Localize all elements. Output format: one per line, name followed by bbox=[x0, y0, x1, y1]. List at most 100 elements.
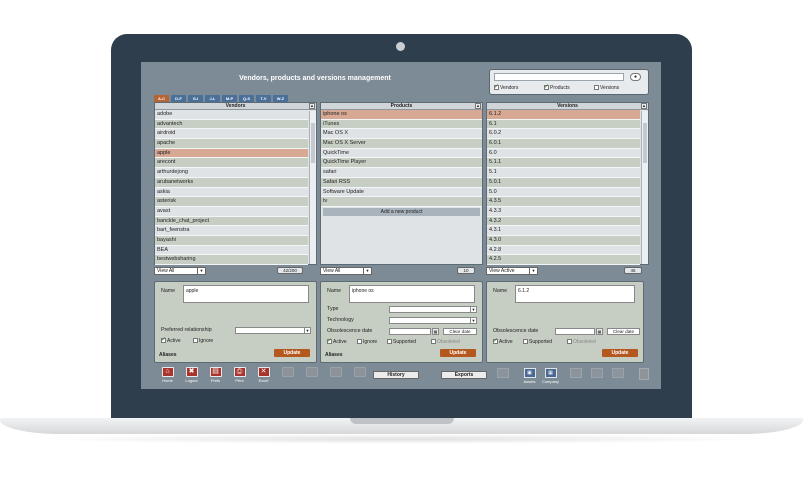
version-obsoleted-checkbox[interactable]: Obsoleted bbox=[567, 339, 596, 345]
tab-g-i[interactable]: G-I bbox=[188, 95, 203, 102]
scroll-thumb[interactable] bbox=[311, 123, 315, 163]
search-go-button[interactable]: ● bbox=[630, 73, 641, 81]
version-list-item[interactable]: 5.1.1 bbox=[487, 158, 640, 169]
calendar-icon[interactable]: ▦ bbox=[596, 328, 603, 335]
add-product-button[interactable]: Add a new product bbox=[323, 207, 480, 216]
version-list-item[interactable]: 4.3.0 bbox=[487, 235, 640, 246]
versions-filter[interactable]: View Active ▼ bbox=[486, 267, 538, 275]
versions-scrollbar[interactable] bbox=[641, 111, 648, 264]
search-filter-versions[interactable]: Versions bbox=[594, 85, 619, 91]
home-button[interactable]: ⌂ Home bbox=[157, 367, 178, 383]
vendor-list-item[interactable]: bayashi bbox=[155, 235, 308, 246]
product-list-item[interactable]: iTunes bbox=[321, 119, 482, 130]
vendor-list-item[interactable]: airdroid bbox=[155, 129, 308, 140]
version-name-field[interactable]: 6.1.2 bbox=[515, 285, 635, 303]
version-list-item[interactable]: 4.3.5 bbox=[487, 197, 640, 207]
version-supported-checkbox[interactable]: Supported bbox=[523, 339, 552, 345]
vendor-name-field[interactable]: apple bbox=[183, 285, 309, 303]
version-list-item[interactable]: 4.3.2 bbox=[487, 216, 640, 227]
product-list-item[interactable]: iphone os bbox=[321, 110, 482, 120]
company-button[interactable]: ▦ Company bbox=[541, 368, 560, 384]
product-list-item[interactable]: QuickTime Player bbox=[321, 158, 482, 169]
clear-date-button[interactable]: Clear date bbox=[443, 328, 477, 335]
version-list-item[interactable]: 6.1.2 bbox=[487, 110, 640, 120]
version-list-item[interactable]: 4.3.1 bbox=[487, 226, 640, 236]
vendor-list-item[interactable]: advantech bbox=[155, 119, 308, 130]
vendor-list-item[interactable]: asterisk bbox=[155, 197, 308, 207]
vendor-list-item[interactable]: apple bbox=[155, 148, 308, 159]
excel-button[interactable]: ✕ Excel bbox=[253, 367, 274, 383]
product-list-item[interactable]: Mac OS X bbox=[321, 129, 482, 140]
tab-w-z[interactable]: W-Z bbox=[273, 95, 288, 102]
version-list-item[interactable]: 6.0 bbox=[487, 149, 640, 159]
tab-t-v[interactable]: T-V bbox=[256, 95, 271, 102]
clear-date-button[interactable]: Clear date bbox=[607, 328, 640, 335]
disabled-tool-button[interactable] bbox=[608, 368, 627, 379]
vendor-list-item[interactable]: bestwebsharing bbox=[155, 255, 308, 265]
print-button[interactable]: ⎙ Print bbox=[229, 367, 250, 383]
disabled-tool-button[interactable] bbox=[325, 367, 346, 378]
version-list-item[interactable]: 6.0.2 bbox=[487, 129, 640, 140]
obsolescence-date-field[interactable] bbox=[555, 328, 595, 335]
version-list-item[interactable]: 6.1 bbox=[487, 119, 640, 130]
product-list-item[interactable]: Safari RSS bbox=[321, 177, 482, 188]
disabled-tool-button[interactable] bbox=[349, 367, 370, 378]
version-list-item[interactable]: 5.0 bbox=[487, 188, 640, 198]
product-list-item[interactable]: QuickTime bbox=[321, 149, 482, 159]
version-active-checkbox[interactable]: Active bbox=[493, 337, 513, 345]
exports-button[interactable]: Exports bbox=[441, 371, 487, 379]
product-active-checkbox[interactable]: Active bbox=[327, 337, 347, 345]
disabled-tool-button[interactable] bbox=[301, 367, 322, 378]
product-update-button[interactable]: Update bbox=[440, 349, 476, 357]
calendar-icon[interactable]: ▦ bbox=[432, 328, 439, 335]
vendor-list-item[interactable]: arthurdejong bbox=[155, 168, 308, 178]
vendor-list-item[interactable]: BEA bbox=[155, 246, 308, 256]
disabled-tool-button[interactable] bbox=[566, 368, 585, 379]
tab-a-c[interactable]: A-C bbox=[154, 95, 169, 102]
products-filter[interactable]: View All ▼ bbox=[320, 267, 372, 275]
disabled-tool-button[interactable] bbox=[493, 368, 512, 379]
vendor-list-item[interactable]: apache bbox=[155, 139, 308, 149]
tab-m-p[interactable]: M-P bbox=[222, 95, 237, 102]
vendors-filter[interactable]: View All ▼ bbox=[154, 267, 206, 275]
product-list-item[interactable]: tv bbox=[321, 197, 482, 207]
assets-button[interactable]: ▣ Assets bbox=[520, 368, 539, 384]
vendor-list-item[interactable]: arecont bbox=[155, 158, 308, 169]
trash-icon[interactable] bbox=[639, 368, 649, 380]
search-input[interactable] bbox=[494, 73, 624, 81]
tab-q-s[interactable]: Q-S bbox=[239, 95, 254, 102]
product-supported-checkbox[interactable]: Supported bbox=[387, 339, 416, 345]
vendor-list-item[interactable]: askia bbox=[155, 188, 308, 198]
vendor-list-item[interactable]: banckle_chat_project bbox=[155, 216, 308, 227]
vendor-ignore-checkbox[interactable]: Ignore bbox=[193, 338, 213, 344]
type-select[interactable]: ▼ bbox=[389, 306, 477, 313]
product-ignore-checkbox[interactable]: Ignore bbox=[357, 339, 377, 345]
pref-relationship-select[interactable]: ▼ bbox=[235, 327, 311, 334]
vendor-list-item[interactable]: avast bbox=[155, 207, 308, 217]
version-list-item[interactable]: 5.1 bbox=[487, 168, 640, 178]
product-name-field[interactable]: iphone os bbox=[349, 285, 475, 303]
version-list-item[interactable]: 4.3.3 bbox=[487, 207, 640, 217]
product-obsoleted-checkbox[interactable]: Obsoleted bbox=[431, 339, 460, 345]
logout-button[interactable]: ✖ Logout bbox=[181, 367, 202, 383]
version-list-item[interactable]: 5.0.1 bbox=[487, 177, 640, 188]
version-update-button[interactable]: Update bbox=[602, 349, 638, 357]
sort-icon[interactable]: ▲ bbox=[641, 103, 647, 109]
sort-icon[interactable]: ▲ bbox=[309, 103, 315, 109]
vendor-list-item[interactable]: bart_feenstra bbox=[155, 226, 308, 236]
vendor-list-item[interactable]: arubanetworks bbox=[155, 177, 308, 188]
scroll-thumb[interactable] bbox=[643, 123, 647, 163]
obsolescence-date-field[interactable] bbox=[389, 328, 431, 335]
disabled-tool-button[interactable] bbox=[277, 367, 298, 378]
version-list-item[interactable]: 4.2.8 bbox=[487, 246, 640, 256]
version-list-item[interactable]: 6.0.1 bbox=[487, 139, 640, 149]
prefs-button[interactable]: ▤ Prefs bbox=[205, 367, 226, 383]
disabled-tool-button[interactable] bbox=[587, 368, 606, 379]
search-filter-vendors[interactable]: Vendors bbox=[494, 83, 518, 91]
search-filter-products[interactable]: Products bbox=[544, 83, 570, 91]
history-button[interactable]: History bbox=[373, 371, 419, 379]
version-list-item[interactable]: 4.2.5 bbox=[487, 255, 640, 265]
tab-d-f[interactable]: D-F bbox=[171, 95, 186, 102]
product-list-item[interactable]: Software Update bbox=[321, 188, 482, 198]
vendor-update-button[interactable]: Update bbox=[274, 349, 310, 357]
